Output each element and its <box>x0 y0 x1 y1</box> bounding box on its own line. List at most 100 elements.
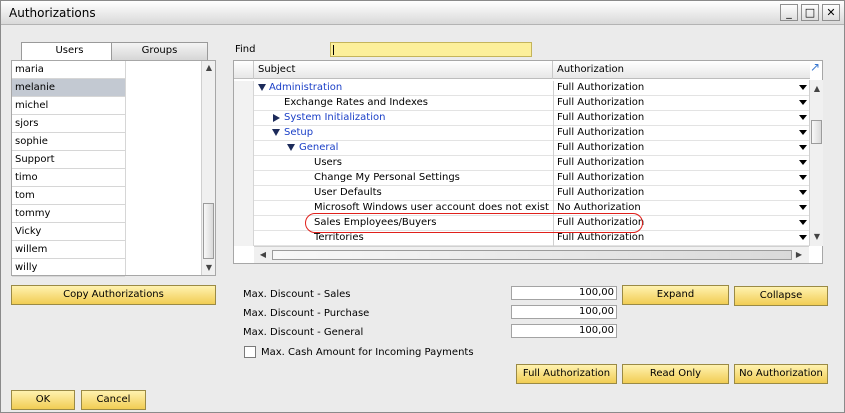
list-item[interactable]: willy <box>12 259 125 277</box>
discount-purchase-field[interactable]: 100,00 <box>511 305 617 319</box>
table-row[interactable]: Exchange Rates and Indexes Full Authoriz… <box>234 96 810 111</box>
scroll-thumb[interactable] <box>203 203 214 259</box>
authorization-dropdown[interactable]: Full Authorization <box>553 126 810 141</box>
authorizations-window: Authorizations _ □ ✕ Users Groups maria … <box>0 0 845 413</box>
read-only-button[interactable]: Read Only <box>622 364 729 384</box>
expand-arrow-icon[interactable] <box>287 144 295 151</box>
discount-general-label: Max. Discount - General <box>243 327 364 338</box>
ok-button[interactable]: OK <box>11 390 75 410</box>
authorization-dropdown[interactable]: Full Authorization <box>553 96 810 111</box>
discount-purchase-label: Max. Discount - Purchase <box>243 308 370 319</box>
table-row[interactable]: General Full Authorization <box>234 141 810 156</box>
expand-arrow-icon[interactable] <box>272 129 280 136</box>
chevron-down-icon[interactable] <box>799 130 807 135</box>
cancel-button[interactable]: Cancel <box>81 390 146 410</box>
table-row[interactable]: Territories Full Authorization <box>234 231 810 246</box>
list-item[interactable]: Vicky <box>12 223 125 241</box>
row-subject: Change My Personal Settings <box>314 172 460 183</box>
chevron-down-icon[interactable] <box>799 145 807 150</box>
discount-sales-field[interactable]: 100,00 <box>511 286 617 300</box>
authorization-dropdown[interactable]: Full Authorization <box>553 186 810 201</box>
close-button[interactable]: ✕ <box>822 4 840 21</box>
list-item[interactable]: tom <box>12 187 125 205</box>
list-item[interactable]: willem <box>12 241 125 259</box>
users-scrollbar[interactable]: ▲ ▼ <box>201 61 215 275</box>
column-header-authorization[interactable]: Authorization <box>553 61 810 79</box>
discount-sales-label: Max. Discount - Sales <box>243 289 351 300</box>
window-title: Authorizations <box>9 6 96 20</box>
expand-arrow-icon[interactable] <box>258 84 266 91</box>
users-list: maria melanie michel sjors sophie Suppor… <box>11 60 216 277</box>
list-item[interactable]: melanie <box>12 79 125 97</box>
list-item[interactable]: michel <box>12 97 125 115</box>
highlight-annotation <box>305 213 643 233</box>
scroll-down-icon[interactable]: ▼ <box>202 261 216 275</box>
grid-header: Subject Authorization <box>234 61 810 79</box>
expand-corner-icon[interactable]: ↗ <box>808 60 822 74</box>
table-row[interactable]: Users Full Authorization <box>234 156 810 171</box>
list-item[interactable]: timo <box>12 169 125 187</box>
scroll-down-icon[interactable]: ▼ <box>810 230 824 244</box>
authorization-dropdown[interactable]: Full Authorization <box>553 81 810 96</box>
no-authorization-button[interactable]: No Authorization <box>734 364 828 384</box>
chevron-down-icon[interactable] <box>799 235 807 240</box>
row-subject[interactable]: Administration <box>269 82 342 93</box>
authorization-dropdown[interactable]: Full Authorization <box>553 171 810 186</box>
scroll-up-icon[interactable]: ▲ <box>810 82 824 96</box>
list-item[interactable]: tommy <box>12 205 125 223</box>
list-item[interactable]: sjors <box>12 115 125 133</box>
chevron-down-icon[interactable] <box>799 160 807 165</box>
cash-amount-label: Max. Cash Amount for Incoming Payments <box>261 347 474 358</box>
tab-users[interactable]: Users <box>21 42 118 61</box>
scroll-up-icon[interactable]: ▲ <box>202 61 216 75</box>
table-row[interactable]: Administration Full Authorization <box>234 81 810 96</box>
table-row[interactable]: Setup Full Authorization <box>234 126 810 141</box>
authorization-dropdown[interactable]: Full Authorization <box>553 111 810 126</box>
list-item[interactable]: Support <box>12 151 125 169</box>
minimize-button[interactable]: _ <box>780 4 798 21</box>
row-subject[interactable]: System Initialization <box>284 112 385 123</box>
copy-authorizations-button[interactable]: Copy Authorizations <box>11 285 216 305</box>
row-subject[interactable]: General <box>299 142 338 153</box>
grid-horizontal-scrollbar[interactable]: ◀ ▶ <box>254 246 809 263</box>
title-bar: Authorizations _ □ ✕ <box>1 1 844 25</box>
authorization-grid: Subject Authorization Administration Ful… <box>233 60 823 264</box>
row-subject: Exchange Rates and Indexes <box>284 97 428 108</box>
table-row[interactable]: Change My Personal Settings Full Authori… <box>234 171 810 186</box>
collapse-arrow-icon[interactable] <box>273 114 280 122</box>
chevron-down-icon[interactable] <box>799 100 807 105</box>
authorization-dropdown[interactable]: Full Authorization <box>553 231 810 246</box>
maximize-button[interactable]: □ <box>801 4 819 21</box>
chevron-down-icon[interactable] <box>799 85 807 90</box>
chevron-down-icon[interactable] <box>799 205 807 210</box>
discount-general-field[interactable]: 100,00 <box>511 324 617 338</box>
authorization-dropdown[interactable]: Full Authorization <box>553 156 810 171</box>
row-subject: Territories <box>314 232 364 243</box>
find-input[interactable] <box>330 42 532 57</box>
chevron-down-icon[interactable] <box>799 175 807 180</box>
table-row[interactable]: User Defaults Full Authorization <box>234 186 810 201</box>
cash-amount-checkbox[interactable] <box>244 346 256 358</box>
authorization-dropdown[interactable]: Full Authorization <box>553 141 810 156</box>
expand-button[interactable]: Expand <box>622 285 729 305</box>
chevron-down-icon[interactable] <box>799 220 807 225</box>
grid-vertical-scrollbar[interactable]: ▲ ▼ <box>809 80 823 246</box>
scroll-thumb[interactable] <box>272 250 792 260</box>
tab-groups[interactable]: Groups <box>111 42 208 60</box>
row-subject: Microsoft Windows user account does not … <box>314 202 549 213</box>
column-header-subject[interactable]: Subject <box>254 61 553 79</box>
row-subject: Users <box>314 157 343 168</box>
scroll-right-icon[interactable]: ▶ <box>792 248 806 262</box>
table-row[interactable]: System Initialization Full Authorization <box>234 111 810 126</box>
chevron-down-icon[interactable] <box>799 115 807 120</box>
collapse-button[interactable]: Collapse <box>734 286 828 306</box>
full-authorization-button[interactable]: Full Authorization <box>516 364 617 384</box>
list-item[interactable]: sophie <box>12 133 125 151</box>
scroll-thumb[interactable] <box>811 120 822 144</box>
chevron-down-icon[interactable] <box>799 190 807 195</box>
find-label: Find <box>235 44 256 55</box>
row-subject[interactable]: Setup <box>284 127 313 138</box>
row-subject: User Defaults <box>314 187 382 198</box>
list-item[interactable]: maria <box>12 61 125 79</box>
scroll-left-icon[interactable]: ◀ <box>256 248 270 262</box>
